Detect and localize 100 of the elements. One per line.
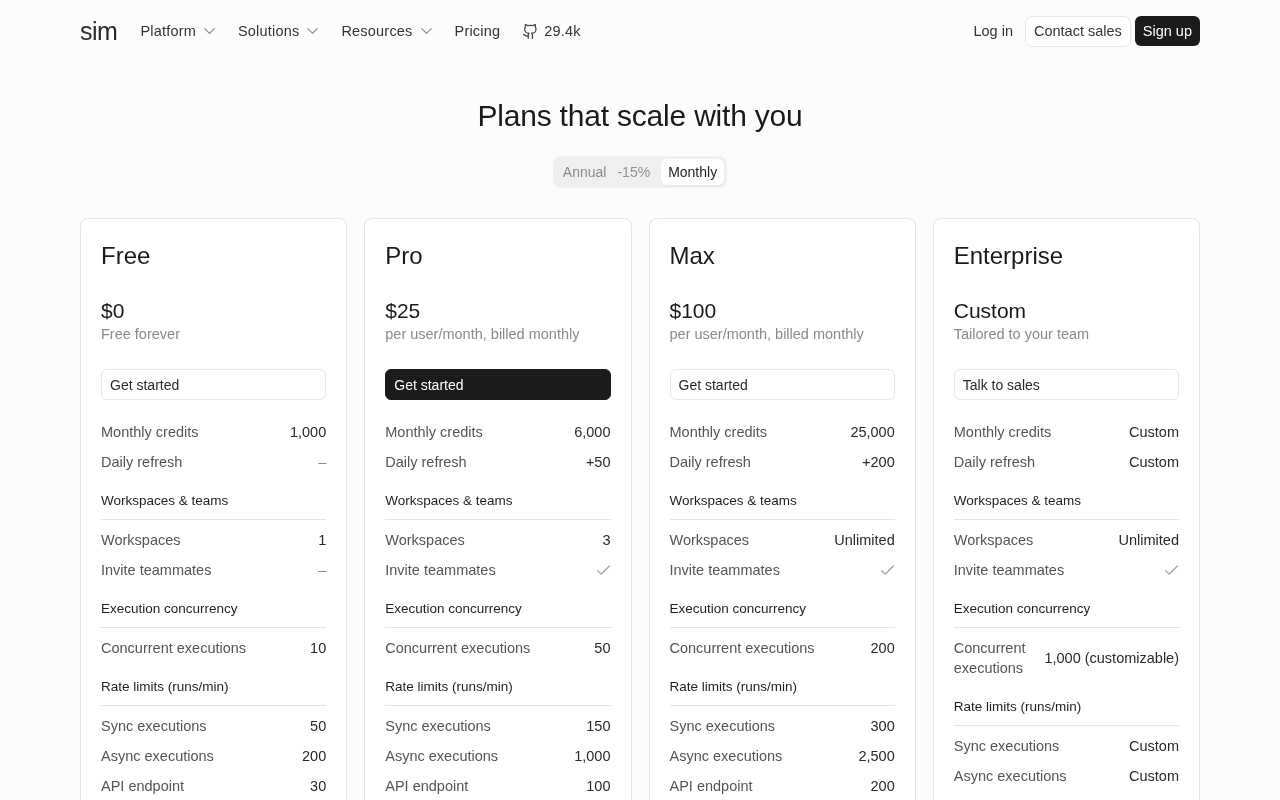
cta-button[interactable]: Get started [669, 369, 895, 400]
feature-value: 25,000 [850, 423, 895, 442]
feature-value: 30 [310, 777, 327, 796]
feature-value: 200 [302, 747, 327, 766]
feature-value: 200 [870, 639, 895, 658]
feature-value: +50 [585, 453, 611, 472]
feature-label: Concurrent executions [101, 639, 247, 658]
feature-label: Workspaces [101, 531, 181, 550]
feature-value: 150 [586, 717, 611, 736]
section-heading: Execution concurrency [385, 600, 611, 628]
github-link[interactable]: 29.4k [523, 21, 581, 41]
secondary-button[interactable]: Contact sales [1024, 15, 1131, 47]
nav-link[interactable]: Pricing [454, 21, 501, 41]
plan-note: per user/month, billed monthly [385, 325, 581, 344]
section-heading: Workspaces & teams [101, 492, 327, 520]
feature-value: 2,500 [858, 747, 895, 766]
cta-button[interactable]: Get started [101, 369, 327, 400]
section-heading: Execution concurrency [101, 600, 327, 628]
feature-label: Async executions [953, 767, 1067, 786]
feature-label: Monthly credits [101, 423, 199, 442]
feature-value: 300 [870, 717, 895, 736]
feature-value: 50 [310, 717, 327, 736]
feature-label: Concurrent executions [385, 639, 531, 658]
section-heading: Workspaces & teams [669, 492, 895, 520]
login-link[interactable]: Log in [973, 21, 1013, 41]
logo: sim [80, 16, 118, 46]
plan-name: Enterprise [953, 241, 1065, 271]
feature-label: Workspaces [669, 531, 749, 550]
feature-label: Invite teammates [101, 561, 212, 580]
plan-note: per user/month, billed monthly [669, 325, 865, 344]
feature-label: Monthly credits [385, 423, 483, 442]
cta-button[interactable]: Get started [385, 369, 611, 400]
feature-label: Sync executions [953, 737, 1060, 756]
feature-label: Async executions [101, 747, 214, 766]
section-heading: Rate limits (runs/min) [669, 678, 895, 706]
feature-value: 1 [318, 531, 327, 550]
plan-name: Free [101, 241, 152, 271]
plan-price: $0 [101, 298, 126, 324]
cta-button[interactable]: Talk to sales [953, 369, 1179, 400]
feature-value: Custom [1129, 767, 1179, 786]
github-icon [523, 23, 538, 39]
plan-note: Tailored to your team [953, 325, 1091, 344]
section-heading: Rate limits (runs/min) [385, 678, 611, 706]
feature-value: 100 [586, 777, 611, 796]
feature-label: API endpoint [669, 777, 753, 796]
feature-label: Concurrent executions [953, 639, 1027, 678]
section-heading: Rate limits (runs/min) [101, 678, 327, 706]
feature-label: API endpoint [101, 777, 185, 796]
feature-value: – [318, 453, 327, 472]
primary-button[interactable]: Sign up [1134, 16, 1200, 46]
feature-label: Daily refresh [953, 453, 1036, 472]
check-icon [596, 565, 610, 575]
feature-value: Unlimited [1118, 531, 1179, 550]
section-heading: Execution concurrency [669, 600, 895, 628]
feature-value: 1,000 [289, 423, 327, 442]
check-icon [880, 565, 894, 575]
feature-value: Custom [1129, 737, 1179, 756]
feature-value: Custom [1129, 453, 1179, 472]
section-heading: Workspaces & teams [953, 492, 1179, 520]
check-icon [1165, 565, 1178, 575]
feature-value: Unlimited [834, 531, 895, 550]
feature-label: Monthly credits [953, 423, 1052, 442]
plan-name: Pro [385, 241, 424, 271]
feature-value: – [318, 561, 327, 580]
nav-link[interactable]: Platform [140, 21, 215, 41]
section-heading: Execution concurrency [953, 600, 1179, 628]
feature-label: Monthly credits [669, 423, 767, 442]
feature-value: 6,000 [574, 423, 611, 442]
feature-label: Sync executions [669, 717, 776, 736]
nav-link[interactable]: Resources [341, 21, 432, 41]
feature-label: Sync executions [385, 717, 491, 736]
feature-label: Sync executions [101, 717, 207, 736]
plan-price: $25 [385, 298, 422, 324]
feature-label: Invite teammates [669, 561, 780, 580]
feature-value: 10 [310, 639, 327, 658]
nav-link[interactable]: Solutions [238, 21, 319, 41]
feature-value: 50 [594, 639, 611, 658]
feature-label: Invite teammates [953, 561, 1065, 580]
feature-value: 1,000 (customizable) [1044, 649, 1179, 668]
chevron-down-icon [204, 28, 215, 34]
feature-label: API endpoint [385, 777, 469, 796]
chevron-down-icon [420, 28, 432, 34]
plan-name: Max [669, 241, 716, 271]
section-heading: Workspaces & teams [385, 492, 611, 520]
feature-label: Workspaces [385, 531, 465, 550]
feature-label: Concurrent executions [669, 639, 815, 658]
feature-label: Daily refresh [385, 453, 467, 472]
page-title: Plans that scale with you [476, 98, 804, 134]
feature-label: Workspaces [953, 531, 1034, 550]
chevron-down-icon [307, 28, 319, 34]
plan-price: Custom [953, 298, 1028, 324]
plan-price: $100 [669, 298, 718, 324]
feature-label: Async executions [385, 747, 499, 766]
feature-label: Async executions [669, 747, 783, 766]
feature-value: 200 [870, 777, 895, 796]
feature-label: Daily refresh [669, 453, 751, 472]
feature-label: Daily refresh [101, 453, 183, 472]
feature-value: 3 [602, 531, 611, 550]
billing-tab[interactable]: Monthly [661, 159, 725, 185]
feature-label: Invite teammates [385, 561, 496, 580]
